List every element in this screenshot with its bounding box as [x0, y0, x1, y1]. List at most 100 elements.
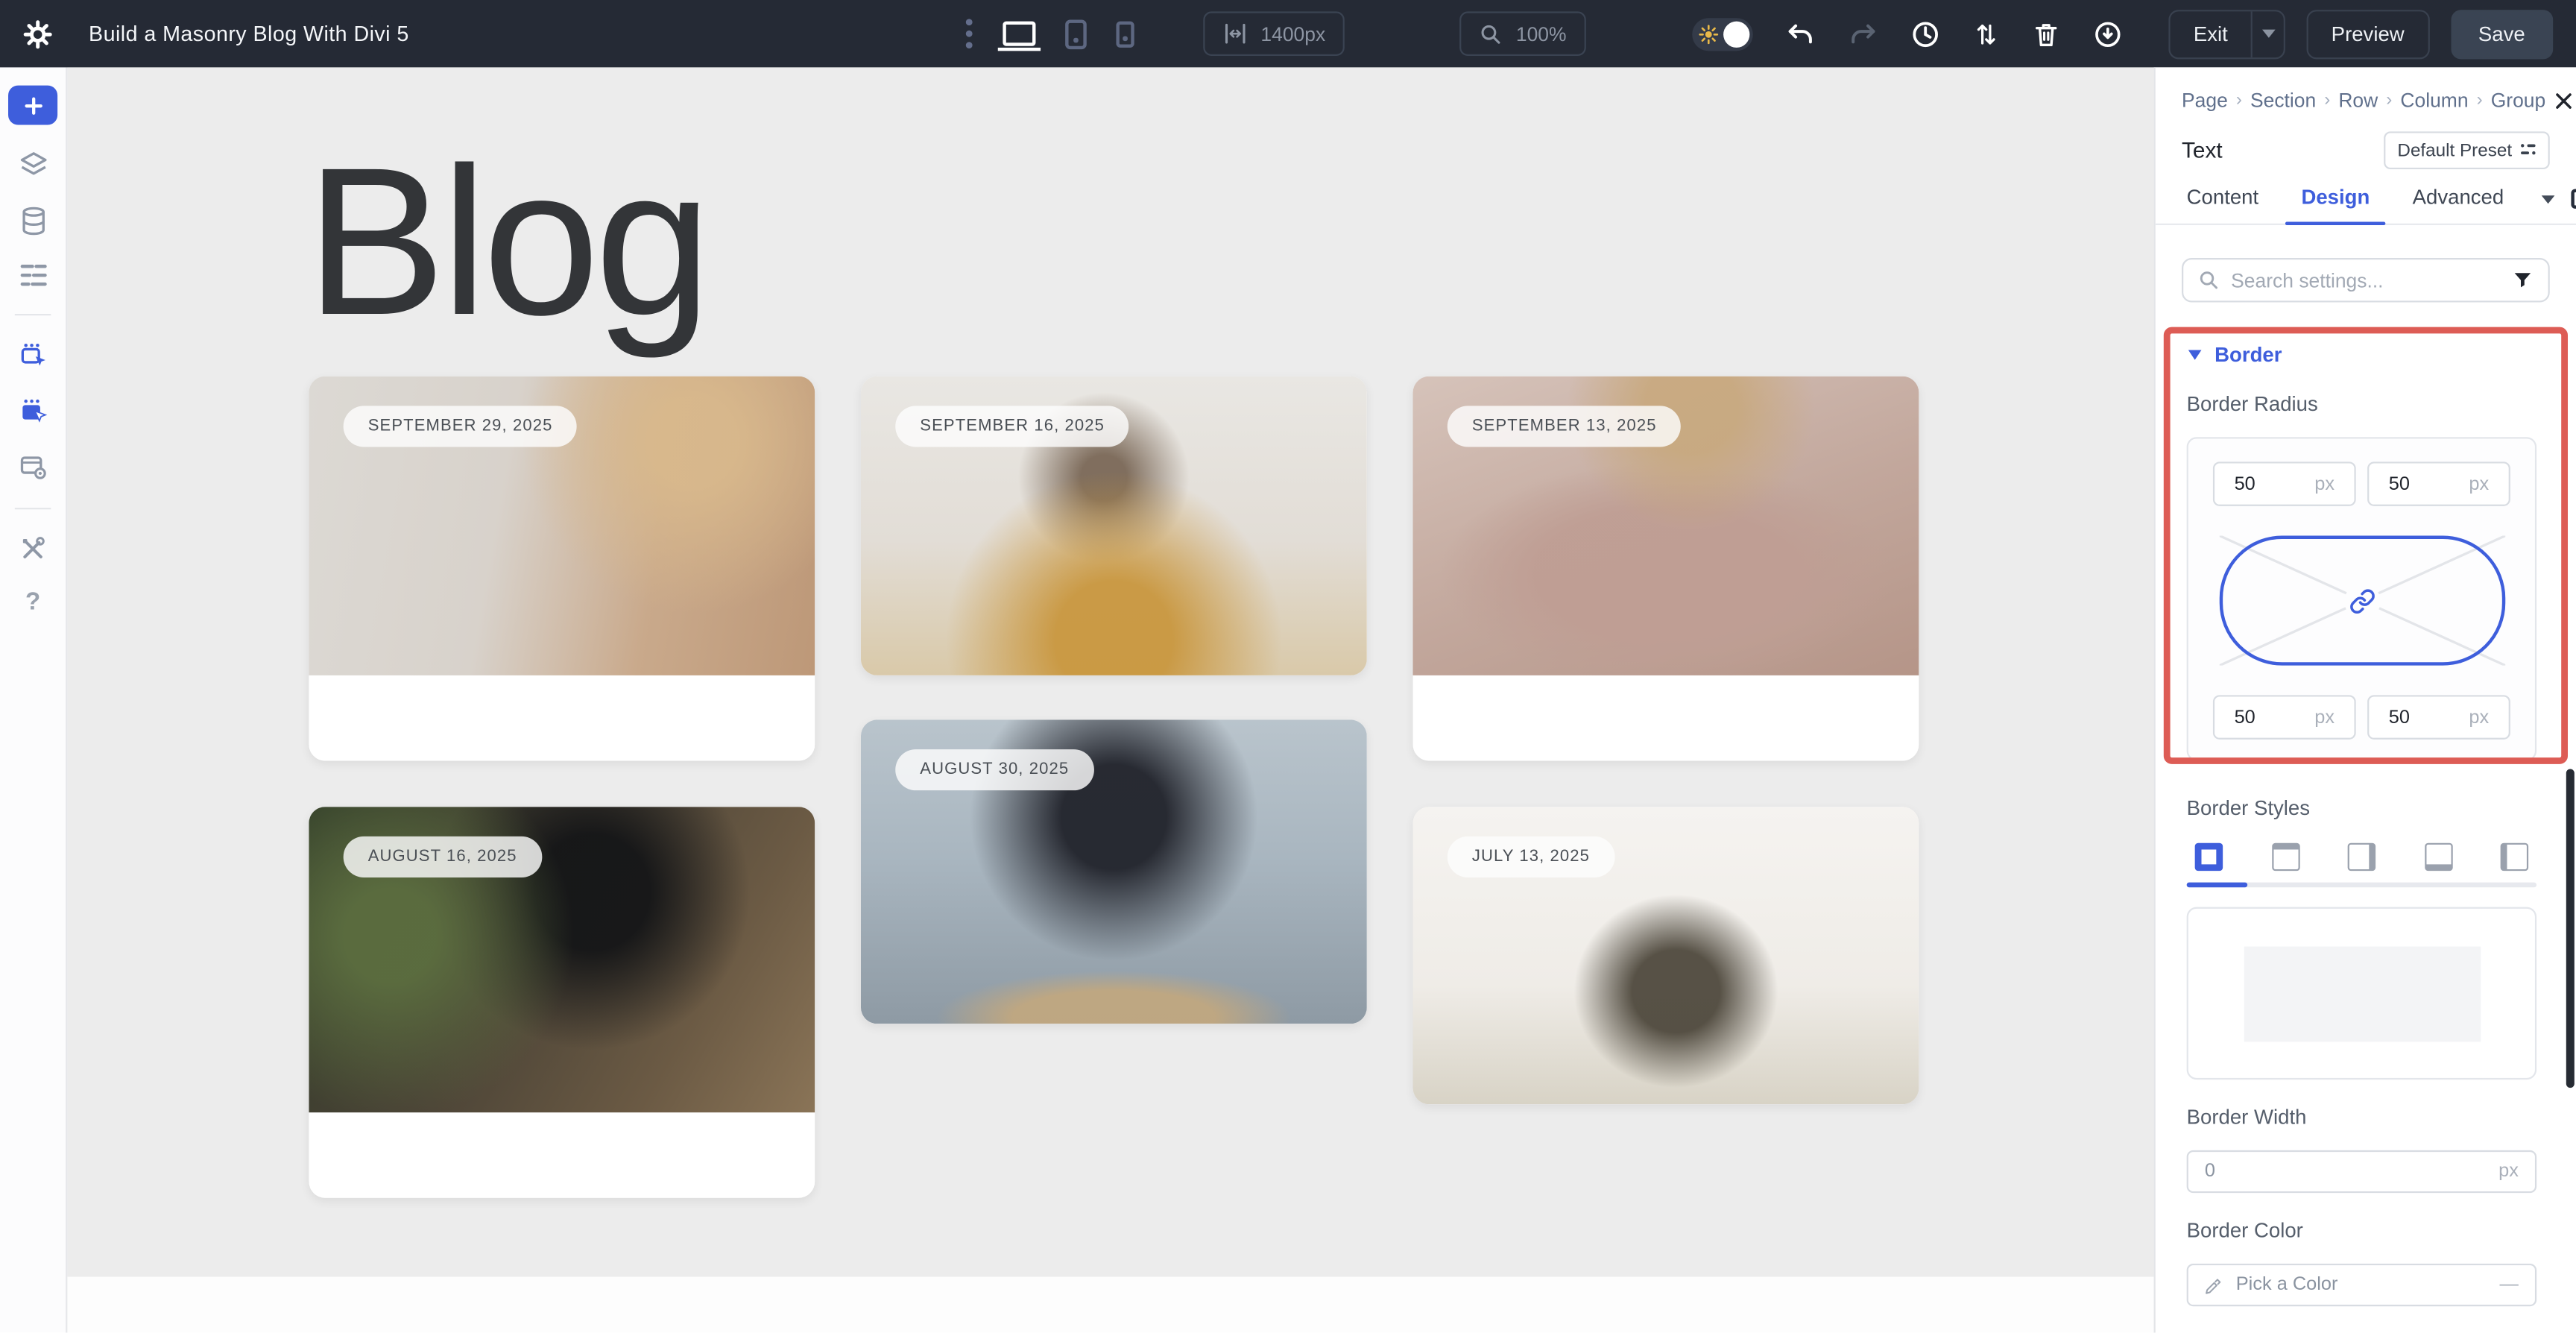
exit-dropdown-button[interactable]: [2251, 10, 2284, 57]
filter-funnel-icon[interactable]: [2512, 269, 2534, 291]
default-preset-button[interactable]: Default Preset: [2384, 131, 2550, 169]
width-arrows-icon: [1223, 23, 1248, 45]
active-tab-indicator: [2187, 883, 2248, 888]
phone-icon: [1116, 21, 1134, 47]
border-styles-tab-underline: [2187, 883, 2536, 888]
radius-bottom-left-input[interactable]: 50 px: [2213, 695, 2356, 740]
post-card[interactable]: SEPTEMBER 13, 2025: [1413, 376, 1919, 761]
tabs-dropdown-icon[interactable]: [2542, 195, 2555, 203]
blog-section[interactable]: Blog SEPTEMBER 29, 2025 AUGUST 16, 2025: [67, 67, 2153, 1276]
masonry-grid: SEPTEMBER 29, 2025 AUGUST 16, 2025: [309, 376, 1919, 1198]
blog-heading[interactable]: Blog: [306, 133, 707, 354]
post-image[interactable]: AUGUST 30, 2025: [861, 719, 1367, 1024]
border-left-icon[interactable]: [2501, 843, 2528, 871]
sort-layers-icon[interactable]: [1974, 19, 2000, 48]
left-toolbar: ?: [0, 67, 67, 1333]
radius-bottom-right-input[interactable]: 50 px: [2367, 695, 2510, 740]
masonry-column-2: SEPTEMBER 16, 2025 AUGUST 30, 2025: [861, 376, 1367, 1198]
tablet-view-button[interactable]: [1065, 19, 1087, 48]
panel-scrollbar[interactable]: [2566, 769, 2575, 1088]
border-top-icon[interactable]: [2271, 843, 2299, 871]
builder-mode-toggle[interactable]: [1693, 17, 1754, 50]
border-all-sides-icon[interactable]: [2195, 843, 2223, 871]
breadcrumb-column[interactable]: Column: [2400, 89, 2468, 112]
undo-icon[interactable]: [1786, 21, 1816, 47]
border-bottom-icon[interactable]: [2424, 843, 2452, 871]
layers-panel-button[interactable]: [17, 150, 48, 181]
desktop-view-button[interactable]: [1003, 22, 1035, 46]
builder-settings-gear-icon[interactable]: [23, 19, 53, 48]
next-page-section[interactable]: [67, 1277, 2153, 1333]
zoom-field[interactable]: 100%: [1460, 11, 1586, 56]
post-date-badge: JULY 13, 2025: [1448, 836, 1614, 877]
portability-icon[interactable]: [2093, 19, 2123, 48]
viewport-width-field[interactable]: 1400px: [1203, 11, 1345, 56]
tab-advanced[interactable]: Advanced: [2408, 186, 2509, 224]
desktop-icon: [1003, 22, 1035, 46]
page-preview-button[interactable]: [17, 452, 48, 483]
hover-mode-button[interactable]: [17, 396, 48, 427]
post-card[interactable]: JULY 13, 2025: [1413, 807, 1919, 1104]
post-card[interactable]: SEPTEMBER 16, 2025: [861, 376, 1367, 675]
post-date-badge: SEPTEMBER 29, 2025: [344, 406, 578, 447]
exit-button-group: Exit: [2169, 9, 2285, 58]
click-mode-button[interactable]: [17, 340, 48, 371]
exit-button[interactable]: Exit: [2171, 22, 2251, 45]
trash-icon[interactable]: [2033, 19, 2060, 48]
database-button[interactable]: [17, 206, 48, 237]
tablet-icon: [1065, 19, 1087, 48]
developer-tools-button[interactable]: [18, 534, 48, 564]
breadcrumb-page[interactable]: Page: [2182, 89, 2228, 112]
post-date-badge: SEPTEMBER 13, 2025: [1448, 406, 1682, 447]
border-width-input[interactable]: 0 px: [2187, 1150, 2536, 1193]
border-styles-label: Border Styles: [2187, 797, 2550, 820]
tab-content[interactable]: Content: [2182, 186, 2264, 224]
breadcrumb-section[interactable]: Section: [2250, 89, 2316, 112]
breadcrumb-group[interactable]: Group: [2491, 89, 2546, 112]
zoom-magnifier-icon: [1480, 22, 1503, 45]
post-card[interactable]: SEPTEMBER 29, 2025: [309, 376, 815, 761]
border-color-input[interactable]: Pick a Color —: [2187, 1264, 2536, 1306]
post-image[interactable]: AUGUST 16, 2025: [309, 807, 815, 1112]
page-title: Build a Masonry Blog With Divi 5: [89, 22, 409, 46]
layers-icon: [17, 150, 48, 181]
radius-top-left-input[interactable]: 50 px: [2213, 461, 2356, 506]
zoom-value: 100%: [1516, 22, 1567, 45]
post-image[interactable]: JULY 13, 2025: [1413, 807, 1919, 1104]
post-card[interactable]: AUGUST 16, 2025: [309, 807, 815, 1198]
radius-visualization: [2219, 536, 2505, 666]
post-card[interactable]: AUGUST 30, 2025: [861, 719, 1367, 1024]
top-bar: Build a Masonry Blog With Divi 5 1400px …: [0, 0, 2576, 67]
radius-top-right-input[interactable]: 50 px: [2367, 461, 2510, 506]
help-button[interactable]: ?: [25, 588, 40, 616]
element-type-label: Text: [2182, 138, 2223, 163]
breadcrumb-row[interactable]: Row: [2338, 89, 2378, 112]
redo-icon[interactable]: [1849, 21, 1878, 47]
sidebar-divider: [15, 508, 51, 509]
border-styles-tabs: [2187, 843, 2536, 871]
save-button[interactable]: Save: [2450, 9, 2553, 58]
phone-view-button[interactable]: [1116, 21, 1134, 47]
settings-search-input[interactable]: [2231, 268, 2500, 292]
more-options-icon[interactable]: [965, 18, 973, 49]
border-section-title: Border: [2214, 344, 2282, 367]
breadcrumb-separator: ›: [2324, 90, 2330, 110]
preview-button[interactable]: Preview: [2307, 9, 2429, 58]
add-module-button[interactable]: [8, 86, 57, 125]
close-panel-button[interactable]: [2554, 89, 2575, 111]
post-image[interactable]: SEPTEMBER 16, 2025: [861, 376, 1367, 675]
responsive-desktop-icon[interactable]: [2572, 189, 2576, 208]
history-clock-icon[interactable]: [1911, 19, 1941, 48]
post-image[interactable]: SEPTEMBER 13, 2025: [1413, 376, 1919, 675]
link-values-button[interactable]: [2343, 582, 2379, 618]
select-element-active-icon: [17, 396, 48, 427]
border-section-toggle[interactable]: Border: [2188, 344, 2550, 367]
border-right-icon[interactable]: [2348, 843, 2375, 871]
divi-builder-screen: Build a Masonry Blog With Divi 5 1400px …: [0, 0, 2576, 1333]
post-card-body: [309, 1112, 815, 1198]
close-icon: [2554, 89, 2575, 111]
field-list-button[interactable]: [17, 261, 48, 289]
post-image[interactable]: SEPTEMBER 29, 2025: [309, 376, 815, 675]
link-icon: [2349, 587, 2375, 614]
tab-design[interactable]: Design: [2296, 186, 2375, 224]
